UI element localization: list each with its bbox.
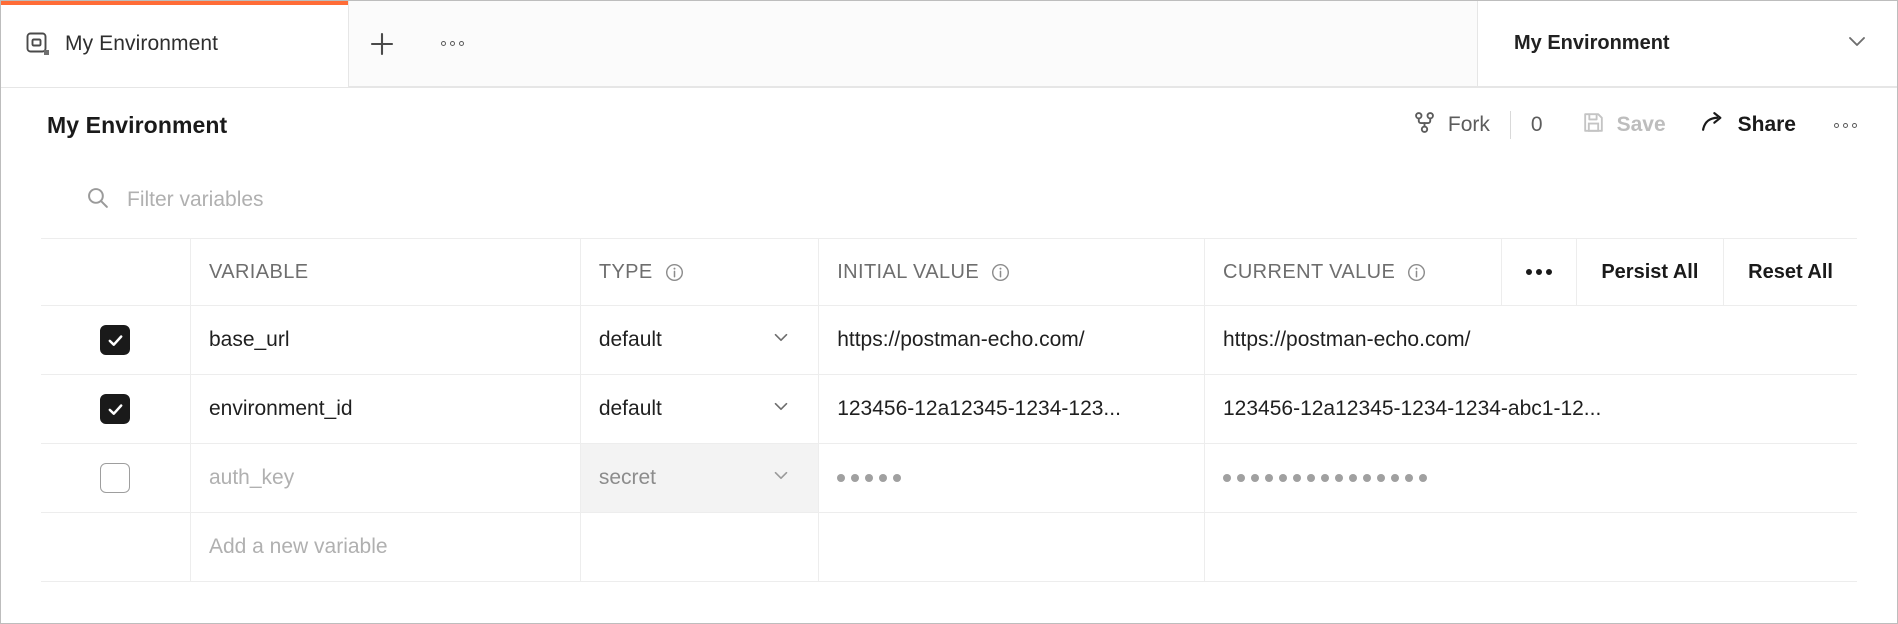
tab-actions xyxy=(349,1,1477,87)
add-row-current-value-cell[interactable] xyxy=(1204,512,1857,582)
row-variable-name: base_url xyxy=(208,328,290,351)
header-initial-value: INITIAL VALUE xyxy=(818,238,1205,306)
info-circle-icon[interactable] xyxy=(1407,263,1426,282)
row-type-value: default xyxy=(598,397,662,420)
fork-button[interactable]: Fork xyxy=(1412,110,1490,141)
environment-selector[interactable]: My Environment xyxy=(1477,1,1897,87)
page-title: My Environment xyxy=(47,111,228,138)
chevron-down-icon xyxy=(770,395,792,423)
filter-row xyxy=(1,162,1897,238)
table-row: base_url default https://postman-echo.co… xyxy=(41,305,1857,375)
row-type-value: default xyxy=(598,328,662,351)
new-tab-button[interactable] xyxy=(349,30,415,58)
header-variable: VARIABLE xyxy=(189,238,581,306)
row-variable-name: auth_key xyxy=(208,466,295,489)
row-type-cell[interactable]: secret xyxy=(579,443,820,513)
row-initial-value-cell[interactable]: 123456-12a12345-1234-123... xyxy=(818,374,1205,444)
chevron-down-icon xyxy=(1845,29,1869,58)
toolbar-divider xyxy=(1509,111,1511,139)
environment-icon xyxy=(25,31,51,57)
table-header-row: VARIABLE TYPE INITIAL VALUE CURRENT VALU… xyxy=(41,238,1857,306)
row-current-value-cell[interactable]: 123456-12a12345-1234-1234-abc1-12... xyxy=(1204,374,1857,444)
environment-editor-window: My Environment My Environment My Environ… xyxy=(0,0,1898,624)
tab-bar: My Environment My Environment xyxy=(1,1,1897,88)
header-type: TYPE xyxy=(579,238,820,306)
search-icon xyxy=(85,185,110,215)
row-type-value: secret xyxy=(598,466,657,489)
table-body: base_url default https://postman-echo.co… xyxy=(41,305,1857,582)
filter-variables-box[interactable] xyxy=(85,185,587,215)
row-type-cell[interactable]: default xyxy=(579,374,820,444)
tab-menu-button[interactable] xyxy=(415,41,489,46)
chevron-down-icon xyxy=(770,326,792,354)
info-circle-icon[interactable] xyxy=(665,263,684,282)
persist-all-button[interactable]: Persist All xyxy=(1575,238,1725,306)
row-variable-cell[interactable]: environment_id xyxy=(189,374,581,444)
fork-count: 0 xyxy=(1530,113,1543,136)
row-current-value: https://postman-echo.com/ xyxy=(1223,328,1471,351)
filter-variables-input[interactable] xyxy=(127,188,587,212)
table-row: auth_key secret xyxy=(41,443,1857,513)
row-checkbox[interactable] xyxy=(100,463,131,493)
header-type-label: TYPE xyxy=(598,260,653,283)
save-icon xyxy=(1581,110,1606,141)
row-initial-value-cell[interactable] xyxy=(818,443,1205,513)
row-current-value-cell[interactable] xyxy=(1204,443,1857,513)
table-row: environment_id default 123456-12a12345-1… xyxy=(41,374,1857,444)
row-checkbox[interactable] xyxy=(100,325,131,355)
row-variable-cell[interactable]: base_url xyxy=(189,305,581,375)
row-checkbox[interactable] xyxy=(100,394,131,424)
more-horizontal-icon xyxy=(1834,122,1857,128)
variables-table: VARIABLE TYPE INITIAL VALUE CURRENT VALU… xyxy=(41,238,1857,582)
table-header: VARIABLE TYPE INITIAL VALUE CURRENT VALU… xyxy=(41,238,1857,306)
share-label: Share xyxy=(1737,113,1796,136)
row-initial-value-masked xyxy=(837,474,902,482)
row-initial-value-cell[interactable]: https://postman-echo.com/ xyxy=(818,305,1205,375)
chevron-down-icon xyxy=(770,464,792,492)
share-button[interactable]: Share xyxy=(1700,109,1796,142)
save-button[interactable]: Save xyxy=(1581,110,1666,141)
header-current-value-label: CURRENT VALUE xyxy=(1223,260,1396,283)
header-current-value: CURRENT VALUE xyxy=(1204,238,1502,306)
tab-label: My Environment xyxy=(65,32,219,55)
add-variable-cell[interactable]: Add a new variable xyxy=(189,512,581,582)
header-initial-value-label: INITIAL VALUE xyxy=(837,260,980,283)
more-horizontal-icon xyxy=(440,41,464,46)
row-initial-value: https://postman-echo.com/ xyxy=(837,328,1085,351)
row-variable-name: environment_id xyxy=(208,397,353,420)
add-variable-row: Add a new variable xyxy=(41,512,1857,582)
row-current-value: 123456-12a12345-1234-1234-abc1-12... xyxy=(1223,397,1602,420)
tab-my-environment[interactable]: My Environment xyxy=(1,1,349,87)
environment-selector-label: My Environment xyxy=(1514,32,1670,54)
header-variable-label: VARIABLE xyxy=(208,260,309,283)
add-variable-placeholder: Add a new variable xyxy=(208,535,388,558)
save-label: Save xyxy=(1616,113,1666,136)
reset-all-button[interactable]: Reset All xyxy=(1723,238,1857,306)
row-variable-cell[interactable]: auth_key xyxy=(189,443,581,513)
row-current-value-cell[interactable]: https://postman-echo.com/ xyxy=(1204,305,1857,375)
row-checkbox-cell xyxy=(41,374,191,444)
variables-table-container: VARIABLE TYPE INITIAL VALUE CURRENT VALU… xyxy=(1,238,1897,582)
add-row-initial-value-cell[interactable] xyxy=(818,512,1205,582)
add-row-checkbox-cell xyxy=(41,512,191,582)
share-icon xyxy=(1700,109,1727,142)
fork-icon xyxy=(1412,110,1437,141)
toolbar-more-button[interactable] xyxy=(1834,122,1857,128)
toolbar-actions: Fork 0 Save Share xyxy=(1412,109,1857,142)
add-row-type-cell[interactable] xyxy=(579,512,820,582)
more-horizontal-icon xyxy=(1525,269,1552,275)
header-select-all xyxy=(41,238,191,306)
fork-label: Fork xyxy=(1447,113,1490,136)
row-initial-value: 123456-12a12345-1234-123... xyxy=(837,397,1121,420)
editor-toolbar: My Environment Fork 0 Save Share xyxy=(1,88,1897,162)
row-type-cell[interactable]: default xyxy=(579,305,820,375)
reset-all-label: Reset All xyxy=(1748,260,1833,283)
row-current-value-masked xyxy=(1223,474,1427,482)
persist-all-label: Persist All xyxy=(1601,260,1699,283)
header-more-button[interactable] xyxy=(1500,238,1577,306)
row-checkbox-cell xyxy=(41,305,191,375)
info-circle-icon[interactable] xyxy=(991,263,1010,282)
row-checkbox-cell xyxy=(41,443,191,513)
